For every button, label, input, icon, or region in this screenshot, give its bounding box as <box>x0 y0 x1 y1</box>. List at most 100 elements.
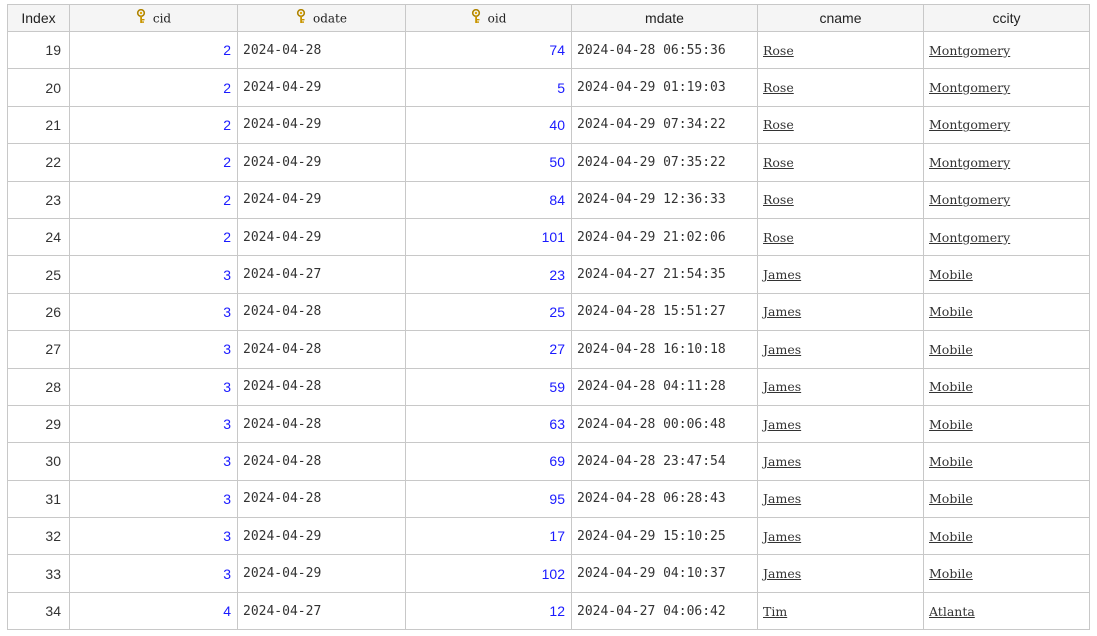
cid-cell[interactable]: 3 <box>69 330 238 369</box>
cid-cell[interactable]: 2 <box>69 180 238 219</box>
cname-link[interactable]: James <box>763 267 801 282</box>
oid-cell[interactable]: 74 <box>405 30 572 70</box>
oid-cell[interactable]: 27 <box>405 330 572 369</box>
ccity-link-cell[interactable]: Montgomery <box>923 180 1090 219</box>
ccity-link[interactable]: Mobile <box>929 566 973 581</box>
ccity-link[interactable]: Montgomery <box>929 155 1010 170</box>
table-row[interactable]: 22 2 2024-04-29 50 2024-04-29 07:35:22 Rose Mo… <box>7 143 1090 182</box>
mdate-cell[interactable]: 2024-04-28 06:55:36 <box>571 30 758 70</box>
ccity-link[interactable]: Mobile <box>929 267 973 282</box>
cname-link-cell[interactable]: Rose <box>757 105 924 145</box>
cname-link[interactable]: James <box>763 566 801 581</box>
row-index-cell[interactable]: 24 <box>7 217 70 257</box>
cname-link-cell[interactable]: James <box>757 292 924 332</box>
row-index-cell[interactable]: 20 <box>7 68 70 107</box>
cname-link[interactable]: Rose <box>763 43 794 58</box>
cname-link[interactable]: James <box>763 304 801 319</box>
cname-link[interactable]: James <box>763 342 801 357</box>
row-index-cell[interactable]: 23 <box>7 180 70 219</box>
oid-cell[interactable]: 84 <box>405 180 572 219</box>
ccity-link-cell[interactable]: Montgomery <box>923 143 1090 182</box>
mdate-cell[interactable]: 2024-04-28 16:10:18 <box>571 330 758 369</box>
table-row[interactable]: 28 3 2024-04-28 59 2024-04-28 04:11:28 James M… <box>7 367 1090 406</box>
cid-cell[interactable]: 3 <box>69 255 238 294</box>
column-header-cname[interactable]: cname <box>757 4 924 32</box>
table-row[interactable]: 33 3 2024-04-29 102 2024-04-29 04:10:37 James… <box>7 554 1090 593</box>
cname-link-cell[interactable]: Tim <box>757 591 924 631</box>
odate-cell[interactable]: 2024-04-27 <box>237 591 406 631</box>
ccity-link[interactable]: Mobile <box>929 529 973 544</box>
cid-cell[interactable]: 3 <box>69 517 238 556</box>
ccity-link[interactable]: Mobile <box>929 417 973 432</box>
row-index-cell[interactable]: 34 <box>7 591 70 631</box>
mdate-cell[interactable]: 2024-04-28 23:47:54 <box>571 442 758 481</box>
table-row[interactable]: 31 3 2024-04-28 95 2024-04-28 06:28:43 James M… <box>7 479 1090 519</box>
oid-cell[interactable]: 12 <box>405 591 572 631</box>
table-row[interactable]: 21 2 2024-04-29 40 2024-04-29 07:34:22 Rose Mo… <box>7 105 1090 145</box>
oid-cell[interactable]: 25 <box>405 292 572 332</box>
odate-cell[interactable]: 2024-04-27 <box>237 255 406 294</box>
cid-cell[interactable]: 2 <box>69 30 238 70</box>
ccity-link-cell[interactable]: Mobile <box>923 255 1090 294</box>
cname-link[interactable]: James <box>763 417 801 432</box>
odate-cell[interactable]: 2024-04-29 <box>237 517 406 556</box>
row-index-cell[interactable]: 33 <box>7 554 70 593</box>
odate-cell[interactable]: 2024-04-29 <box>237 68 406 107</box>
row-index-cell[interactable]: 26 <box>7 292 70 332</box>
oid-cell[interactable]: 50 <box>405 143 572 182</box>
table-row[interactable]: 25 3 2024-04-27 23 2024-04-27 21:54:35 James M… <box>7 255 1090 294</box>
oid-cell[interactable]: 23 <box>405 255 572 294</box>
odate-cell[interactable]: 2024-04-28 <box>237 30 406 70</box>
row-index-cell[interactable]: 31 <box>7 479 70 519</box>
cid-cell[interactable]: 2 <box>69 105 238 145</box>
cname-link[interactable]: Rose <box>763 155 794 170</box>
cname-link-cell[interactable]: Rose <box>757 143 924 182</box>
cname-link-cell[interactable]: Rose <box>757 217 924 257</box>
cid-cell[interactable]: 3 <box>69 442 238 481</box>
oid-cell[interactable]: 69 <box>405 442 572 481</box>
ccity-link[interactable]: Atlanta <box>929 604 975 619</box>
odate-cell[interactable]: 2024-04-29 <box>237 105 406 145</box>
column-header-cid[interactable]: cid <box>69 4 238 32</box>
cid-cell[interactable]: 4 <box>69 591 238 631</box>
odate-cell[interactable]: 2024-04-28 <box>237 404 406 444</box>
cname-link-cell[interactable]: James <box>757 330 924 369</box>
row-index-cell[interactable]: 27 <box>7 330 70 369</box>
ccity-link-cell[interactable]: Montgomery <box>923 68 1090 107</box>
cname-link[interactable]: Rose <box>763 80 794 95</box>
cid-cell[interactable]: 2 <box>69 143 238 182</box>
cname-link-cell[interactable]: James <box>757 517 924 556</box>
table-row[interactable]: 19 2 2024-04-28 74 2024-04-28 06:55:36 Rose Mo… <box>7 30 1090 70</box>
row-index-cell[interactable]: 22 <box>7 143 70 182</box>
odate-cell[interactable]: 2024-04-29 <box>237 554 406 593</box>
cname-link[interactable]: James <box>763 491 801 506</box>
ccity-link[interactable]: Montgomery <box>929 43 1010 58</box>
odate-cell[interactable]: 2024-04-28 <box>237 479 406 519</box>
mdate-cell[interactable]: 2024-04-28 04:11:28 <box>571 367 758 406</box>
cname-link-cell[interactable]: James <box>757 554 924 593</box>
ccity-link[interactable]: Mobile <box>929 379 973 394</box>
ccity-link-cell[interactable]: Atlanta <box>923 591 1090 631</box>
odate-cell[interactable]: 2024-04-28 <box>237 367 406 406</box>
cname-link-cell[interactable]: Rose <box>757 30 924 70</box>
mdate-cell[interactable]: 2024-04-29 21:02:06 <box>571 217 758 257</box>
cname-link-cell[interactable]: Rose <box>757 68 924 107</box>
oid-cell[interactable]: 63 <box>405 404 572 444</box>
column-header-oid[interactable]: oid <box>405 4 572 32</box>
table-row[interactable]: 34 4 2024-04-27 12 2024-04-27 04:06:42 Tim Atl… <box>7 591 1090 631</box>
row-index-cell[interactable]: 28 <box>7 367 70 406</box>
oid-cell[interactable]: 102 <box>405 554 572 593</box>
oid-cell[interactable]: 40 <box>405 105 572 145</box>
table-row[interactable]: 29 3 2024-04-28 63 2024-04-28 00:06:48 James M… <box>7 404 1090 444</box>
cid-cell[interactable]: 3 <box>69 554 238 593</box>
mdate-cell[interactable]: 2024-04-29 07:34:22 <box>571 105 758 145</box>
mdate-cell[interactable]: 2024-04-27 04:06:42 <box>571 591 758 631</box>
table-row[interactable]: 32 3 2024-04-29 17 2024-04-29 15:10:25 James M… <box>7 517 1090 556</box>
table-row[interactable]: 27 3 2024-04-28 27 2024-04-28 16:10:18 James M… <box>7 330 1090 369</box>
ccity-link-cell[interactable]: Mobile <box>923 554 1090 593</box>
ccity-link-cell[interactable]: Mobile <box>923 367 1090 406</box>
oid-cell[interactable]: 95 <box>405 479 572 519</box>
row-index-cell[interactable]: 32 <box>7 517 70 556</box>
cname-link[interactable]: Rose <box>763 117 794 132</box>
ccity-link-cell[interactable]: Montgomery <box>923 30 1090 70</box>
